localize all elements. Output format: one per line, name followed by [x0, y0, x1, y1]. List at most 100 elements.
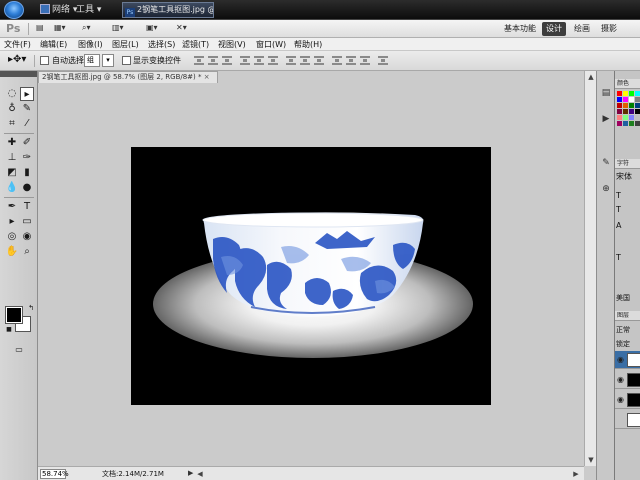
swatches-grid[interactable]: [617, 91, 640, 139]
layer-row[interactable]: ◉: [615, 351, 640, 369]
type-tool-icon[interactable]: T: [20, 200, 34, 214]
screen-mode-icon[interactable]: ▣▾: [146, 23, 158, 32]
font-family-field[interactable]: 宋体: [616, 171, 632, 182]
distribute-right-icon[interactable]: [360, 56, 370, 65]
clone-stamp-tool-icon[interactable]: ⊥: [5, 151, 19, 165]
baseline-icon[interactable]: T: [616, 253, 621, 262]
zoom-level-menu[interactable]: ⌕▾: [82, 23, 91, 33]
history-brush-tool-icon[interactable]: ✑: [20, 151, 34, 165]
eye-icon[interactable]: ◉: [617, 395, 624, 404]
eye-icon[interactable]: ◉: [617, 375, 624, 384]
default-colors-icon[interactable]: ■: [2, 323, 16, 337]
path-selection-tool-icon[interactable]: ▸: [5, 215, 19, 229]
distribute-left-icon[interactable]: [332, 56, 342, 65]
align-top-icon[interactable]: [194, 56, 204, 65]
auto-align-icon[interactable]: [378, 56, 388, 65]
panel-grip[interactable]: [0, 71, 37, 77]
blend-mode-select[interactable]: 正常: [616, 325, 630, 335]
eyedropper-tool-icon[interactable]: ⁄: [20, 117, 34, 131]
arrange-documents-icon[interactable]: ▥▾: [112, 23, 124, 32]
auto-select-dropdown[interactable]: 组: [84, 54, 100, 67]
gradient-tool-icon[interactable]: ▮: [20, 166, 34, 180]
menu-layer[interactable]: 图层(L): [112, 38, 139, 51]
healing-brush-tool-icon[interactable]: ✚: [5, 136, 19, 150]
blur-tool-icon[interactable]: 💧: [5, 181, 19, 195]
chevron-down-icon[interactable]: ▾: [102, 54, 114, 67]
divider: [34, 55, 35, 67]
align-left-icon[interactable]: [240, 56, 250, 65]
brushes-panel-icon[interactable]: ✎: [600, 157, 612, 169]
scroll-right-icon[interactable]: ▶: [570, 468, 582, 480]
document-info: 文档:2.14M/2.71M: [102, 470, 164, 478]
menu-file[interactable]: 文件(F): [4, 38, 31, 51]
align-bottom-icon[interactable]: [222, 56, 232, 65]
foreground-color-swatch[interactable]: [5, 306, 23, 324]
align-hcenter-icon[interactable]: [254, 56, 264, 65]
chevron-right-icon[interactable]: ▶: [188, 469, 193, 477]
font-size-icon[interactable]: T: [616, 191, 621, 200]
menu-filter[interactable]: 滤镜(T): [182, 38, 209, 51]
layers-panel-tab[interactable]: 图层: [615, 311, 640, 321]
distribute-vcenter-icon[interactable]: [300, 56, 310, 65]
menu-window[interactable]: 窗口(W): [256, 38, 286, 51]
brush-tool-icon[interactable]: ✐: [20, 136, 34, 150]
color-panel-tab[interactable]: 颜色: [615, 79, 640, 89]
scroll-left-icon[interactable]: ◀: [194, 468, 206, 480]
eraser-tool-icon[interactable]: ◩: [5, 166, 19, 180]
character-panel-tab[interactable]: 字符: [615, 159, 640, 169]
zoom-field[interactable]: 58.74%: [40, 469, 69, 479]
taskbar-active-task[interactable]: Ps2钢笔工具抠图.jpg @...: [122, 2, 214, 18]
taskbar-item-network[interactable]: 网络 ▾: [40, 3, 77, 17]
distribute-top-icon[interactable]: [286, 56, 296, 65]
workspace-essentials[interactable]: 基本功能: [500, 22, 540, 36]
history-panel-icon[interactable]: ▤: [600, 87, 612, 99]
layer-row[interactable]: [615, 411, 640, 429]
pen-tool-icon[interactable]: ✒: [5, 200, 19, 214]
workspace-painting[interactable]: 绘画: [570, 22, 594, 36]
quick-select-tool-icon[interactable]: ✎: [20, 102, 34, 116]
3d-rotate-tool-icon[interactable]: ◎: [5, 230, 19, 244]
document-tab[interactable]: 2钢笔工具抠图.jpg @ 58.7% (图层 2, RGB/8#) * ×: [38, 71, 218, 83]
eye-icon[interactable]: ◉: [617, 355, 624, 364]
taskbar-item-tools[interactable]: 工具 ▾: [76, 3, 101, 17]
image-canvas[interactable]: [131, 147, 491, 405]
distribute-bottom-icon[interactable]: [314, 56, 324, 65]
crop-tool-icon[interactable]: ⌗: [5, 117, 19, 131]
dodge-tool-icon[interactable]: ●: [20, 181, 34, 195]
extras-icon[interactable]: ✕▾: [176, 23, 187, 32]
move-tool-icon[interactable]: ▸: [20, 87, 34, 101]
mini-bridge-icon[interactable]: ▦▾: [54, 23, 66, 32]
vertical-scrollbar[interactable]: ▲ ▼: [584, 71, 596, 466]
start-button[interactable]: [4, 1, 24, 19]
align-vcenter-icon[interactable]: [208, 56, 218, 65]
layer-row[interactable]: ◉: [615, 371, 640, 389]
move-tool-preset-icon[interactable]: ▸✥▾: [8, 54, 26, 65]
align-right-icon[interactable]: [268, 56, 278, 65]
font-scale-icon[interactable]: T: [616, 205, 621, 214]
workspace-design[interactable]: 设计: [542, 22, 566, 36]
menu-select[interactable]: 选择(S): [148, 38, 175, 51]
workspace-photography[interactable]: 摄影: [597, 22, 621, 36]
actions-panel-icon[interactable]: ▶: [600, 113, 612, 125]
rectangle-tool-icon[interactable]: ▭: [20, 215, 34, 229]
auto-select-checkbox[interactable]: [40, 56, 49, 65]
menu-view[interactable]: 视图(V): [218, 38, 246, 51]
menu-help[interactable]: 帮助(H): [294, 38, 322, 51]
lasso-tool-icon[interactable]: ♁: [5, 102, 19, 116]
menu-edit[interactable]: 编辑(E): [40, 38, 67, 51]
show-transform-checkbox[interactable]: [122, 56, 131, 65]
distribute-hcenter-icon[interactable]: [346, 56, 356, 65]
quick-mask-icon[interactable]: ▭: [12, 343, 26, 357]
leading-icon[interactable]: A: [616, 221, 621, 230]
close-icon[interactable]: ×: [204, 73, 210, 81]
marquee-tool-icon[interactable]: ◌: [5, 87, 19, 101]
hand-tool-icon[interactable]: ✋: [5, 245, 19, 259]
3d-orbit-tool-icon[interactable]: ◉: [20, 230, 34, 244]
layer-row[interactable]: ◉: [615, 391, 640, 409]
swap-colors-icon[interactable]: ↰: [24, 301, 38, 315]
language-field[interactable]: 美国: [616, 293, 630, 303]
menu-image[interactable]: 图像(I): [78, 38, 103, 51]
clone-source-panel-icon[interactable]: ⊕: [600, 183, 612, 195]
zoom-tool-icon[interactable]: ⌕: [20, 245, 34, 259]
bridge-icon[interactable]: ▤: [36, 23, 44, 32]
